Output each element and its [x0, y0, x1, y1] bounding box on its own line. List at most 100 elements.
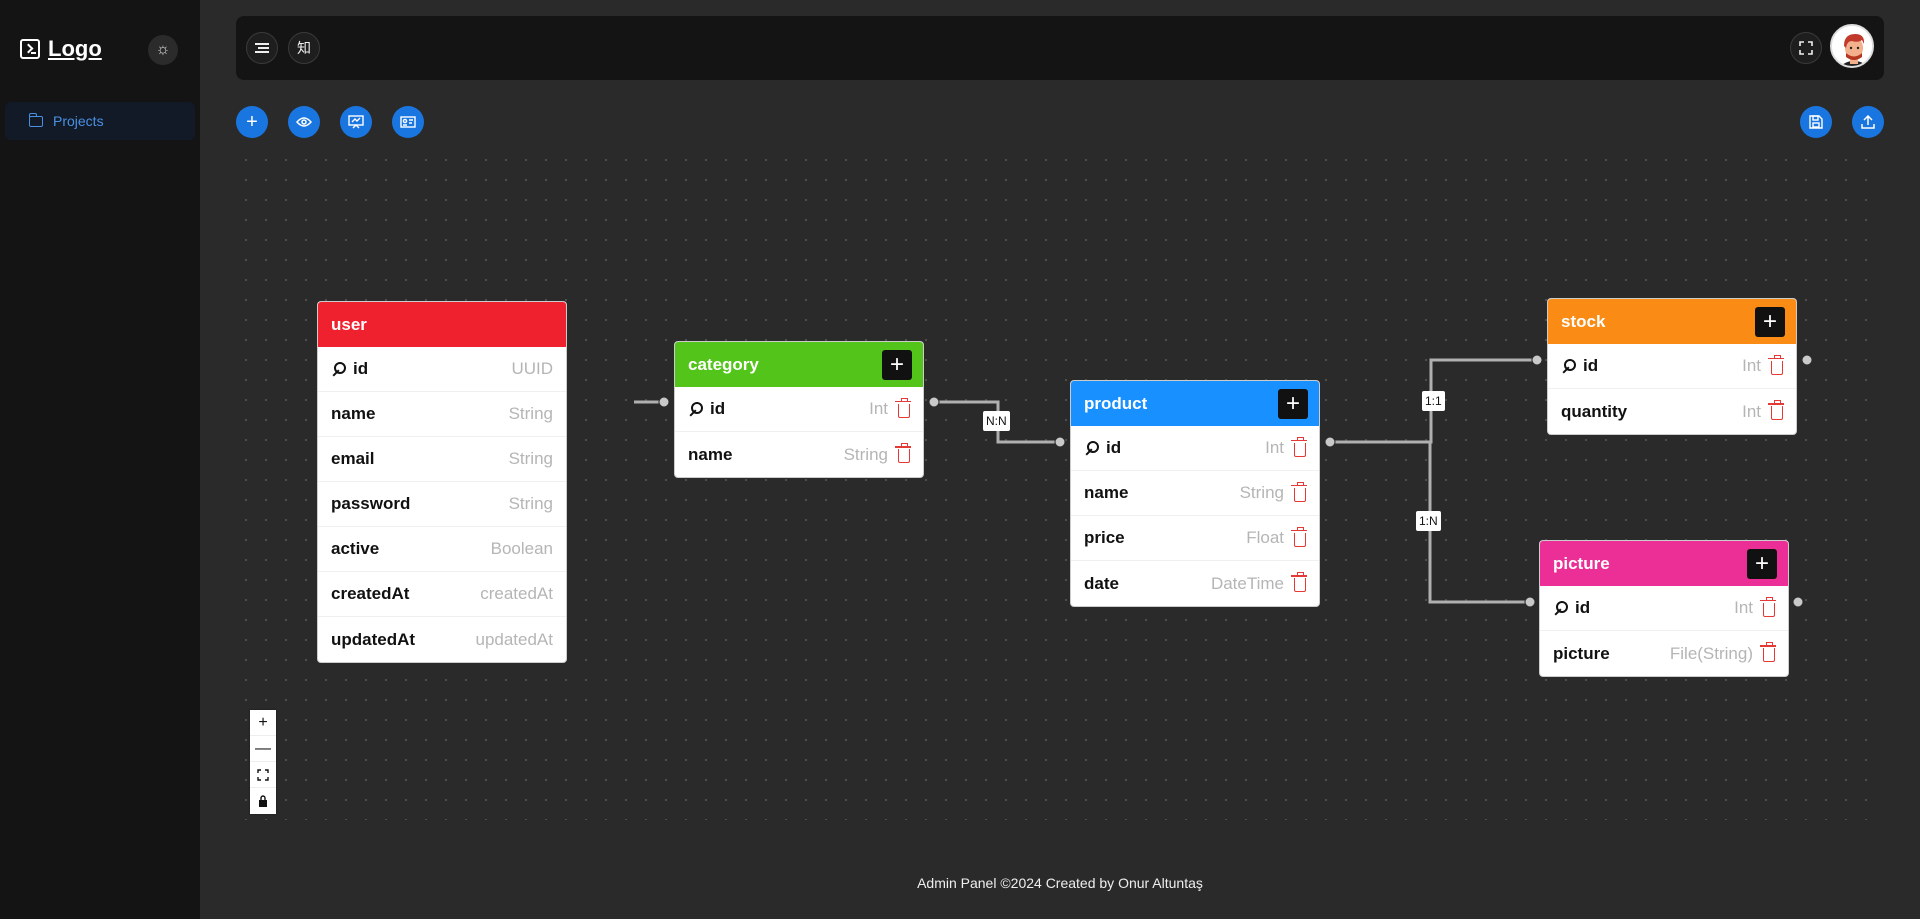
add-field-button[interactable]: + — [1278, 388, 1308, 419]
field-type: Boolean — [490, 539, 553, 558]
handle-dot — [1792, 596, 1804, 608]
delete-field-icon[interactable] — [1760, 642, 1776, 662]
zoom-out-button[interactable]: — — [250, 736, 276, 762]
table-title: category — [688, 354, 759, 374]
handle-dot — [1524, 596, 1536, 608]
field-row[interactable]: name String — [318, 392, 566, 437]
field-type: Int — [1265, 438, 1284, 457]
edge-label[interactable]: 1:1 — [1422, 391, 1445, 411]
field-row[interactable]: id Int — [1071, 426, 1319, 471]
delete-field-icon[interactable] — [1291, 526, 1307, 547]
field-name: email — [331, 449, 375, 468]
add-field-button[interactable]: + — [1755, 306, 1785, 337]
table-header[interactable]: user — [318, 302, 566, 347]
table-header[interactable]: stock + — [1548, 299, 1796, 344]
field-name: price — [1084, 528, 1125, 547]
field-row[interactable]: name String — [1071, 471, 1319, 516]
table-node-picture[interactable]: picture + id Int picture File(String) — [1540, 541, 1788, 676]
field-row[interactable]: password String — [318, 482, 566, 527]
edge-label[interactable]: N:N — [983, 411, 1010, 431]
field-row[interactable]: createdAt createdAt — [318, 572, 566, 617]
field-type: String — [508, 404, 553, 423]
field-row[interactable]: active Boolean — [318, 527, 566, 572]
delete-field-icon[interactable] — [1768, 354, 1784, 375]
delete-field-icon[interactable] — [1291, 572, 1307, 592]
delete-field-icon[interactable] — [895, 443, 911, 463]
field-type: Int — [869, 399, 888, 418]
table-node-category[interactable]: category + id Int name String — [675, 342, 923, 477]
fit-view-icon — [257, 768, 269, 781]
fit-view-button[interactable] — [250, 762, 276, 788]
field-row[interactable]: email String — [318, 437, 566, 482]
field-name: picture — [1553, 643, 1610, 663]
zoom-in-button[interactable]: + — [250, 710, 276, 736]
delete-field-icon[interactable] — [1291, 481, 1307, 502]
field-name: id — [1583, 356, 1599, 375]
delete-field-icon[interactable] — [1768, 400, 1784, 420]
lock-button[interactable] — [250, 788, 276, 814]
field-type: updatedAt — [475, 629, 553, 649]
field-row[interactable]: id UUID — [318, 347, 566, 392]
handle-dot — [1324, 436, 1336, 448]
handle-dot — [1054, 436, 1066, 448]
field-row[interactable]: id Int — [1548, 344, 1796, 389]
minus-icon: — — [255, 739, 271, 757]
table-title: picture — [1553, 553, 1610, 573]
field-row[interactable]: updatedAt updatedAt — [318, 617, 566, 662]
field-type: String — [843, 444, 888, 464]
table-node-product[interactable]: product + id Int name String price Float da… — [1071, 381, 1319, 606]
field-type: Int — [1742, 356, 1761, 375]
field-name: name — [688, 444, 733, 464]
field-row[interactable]: name String — [675, 432, 923, 477]
table-title: user — [331, 314, 367, 334]
field-row[interactable]: price Float — [1071, 516, 1319, 561]
field-name: createdAt — [331, 584, 410, 603]
lock-icon — [259, 795, 267, 807]
field-type: File(String) — [1669, 643, 1753, 663]
field-name: id — [353, 359, 369, 378]
field-row[interactable]: picture File(String) — [1540, 631, 1788, 676]
handle-dot — [928, 396, 940, 408]
field-type: Int — [1742, 401, 1761, 421]
handle-dot — [1531, 354, 1543, 366]
delete-field-icon[interactable] — [1291, 436, 1307, 457]
key-icon — [1561, 358, 1577, 374]
field-type: Int — [1734, 598, 1753, 617]
edge-label[interactable]: 1:N — [1416, 511, 1441, 531]
handle-dot — [658, 396, 670, 408]
key-icon — [1553, 600, 1569, 616]
field-type: DateTime — [1210, 573, 1284, 593]
delete-field-icon[interactable] — [895, 397, 911, 418]
table-node-user[interactable]: user id UUID name String email String passw… — [318, 302, 566, 662]
table-header[interactable]: category + — [675, 342, 923, 387]
table-title: stock — [1561, 311, 1606, 331]
field-name: id — [1106, 438, 1122, 457]
field-row[interactable]: date DateTime — [1071, 561, 1319, 606]
field-row[interactable]: id Int — [1540, 586, 1788, 631]
key-icon — [1084, 440, 1100, 456]
zoom-controls: + — — [250, 710, 276, 814]
field-row[interactable]: id Int — [675, 387, 923, 432]
field-name: name — [1084, 483, 1129, 502]
field-type: Float — [1246, 528, 1284, 547]
field-type: createdAt — [480, 584, 553, 603]
field-type: UUID — [511, 359, 553, 378]
add-field-button[interactable]: + — [1747, 548, 1777, 579]
relation-edges — [634, 354, 1813, 608]
field-type: String — [508, 449, 553, 468]
table-header[interactable]: product + — [1071, 381, 1319, 426]
add-field-button[interactable]: + — [882, 349, 912, 380]
table-title: product — [1084, 393, 1148, 413]
handle-dot — [1801, 354, 1813, 366]
delete-field-icon[interactable] — [1760, 596, 1776, 617]
field-name: id — [710, 399, 726, 418]
table-header[interactable]: picture + — [1540, 541, 1788, 586]
key-icon — [688, 401, 704, 417]
field-name: updatedAt — [331, 629, 416, 649]
table-node-stock[interactable]: stock + id Int quantity Int — [1548, 299, 1796, 434]
field-name: name — [331, 404, 376, 423]
field-row[interactable]: quantity Int — [1548, 389, 1796, 434]
edge-product-picture — [1428, 442, 1530, 604]
footer: Admin Panel ©2024 Created by Onur Altunt… — [917, 875, 1203, 891]
plus-icon: + — [258, 713, 268, 731]
